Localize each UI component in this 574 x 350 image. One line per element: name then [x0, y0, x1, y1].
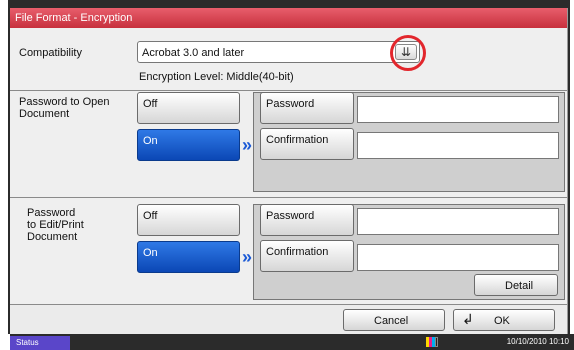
title-bar: File Format - Encryption: [10, 8, 567, 28]
compatibility-label: Compatibility: [19, 47, 82, 59]
open-confirmation-button[interactable]: Confirmation: [260, 128, 354, 160]
edit-password-label-line2: to Edit/Print: [27, 219, 84, 231]
return-arrow-icon: ↲: [462, 311, 474, 327]
edit-password-on-button[interactable]: On: [137, 241, 240, 273]
edit-confirmation-button[interactable]: Confirmation: [260, 240, 354, 272]
edit-confirmation-button-label: Confirmation: [266, 246, 329, 258]
detail-button[interactable]: Detail: [474, 274, 558, 296]
page-title: File Format - Encryption: [15, 12, 133, 24]
open-password-label: Password to Open Document: [19, 96, 110, 120]
compatibility-select[interactable]: Acrobat 3.0 and later ⇊: [137, 41, 420, 63]
open-confirmation-button-label: Confirmation: [266, 134, 329, 146]
edit-password-label-line3: Document: [27, 231, 78, 243]
toner-icon: [426, 337, 440, 347]
open-off-label: Off: [143, 98, 158, 110]
open-password-field[interactable]: [357, 96, 559, 123]
edit-chevron-right-icon: »: [242, 247, 253, 267]
compatibility-value: Acrobat 3.0 and later: [142, 47, 245, 59]
highlight-ring: [390, 35, 426, 71]
cancel-button-label: Cancel: [374, 315, 409, 327]
edit-on-label: On: [143, 247, 158, 259]
detail-button-label: Detail: [505, 280, 534, 292]
edit-password-button[interactable]: Password: [260, 204, 354, 236]
ok-button[interactable]: ↲ OK: [453, 309, 555, 331]
open-password-label-line2: Document: [19, 108, 70, 120]
cancel-button[interactable]: Cancel: [343, 309, 445, 331]
open-chevron-right-icon: »: [242, 135, 253, 155]
edit-password-label: Password to Edit/Print Document: [27, 207, 84, 243]
encryption-level: Encryption Level: Middle(40-bit): [139, 71, 294, 83]
open-password-label-line1: Password to Open: [19, 96, 110, 108]
status-button[interactable]: Status: [10, 336, 70, 350]
edit-off-label: Off: [143, 210, 158, 222]
status-bar: Status 10/10/2010 10:10: [10, 334, 574, 350]
open-confirmation-field[interactable]: [357, 132, 559, 159]
open-password-button-label: Password: [266, 98, 315, 110]
edit-password-off-button[interactable]: Off: [137, 204, 240, 236]
edit-password-button-label: Password: [266, 210, 315, 222]
edit-confirmation-field[interactable]: [357, 244, 559, 271]
screen: File Format - Encryption Compatibility A…: [10, 8, 568, 334]
ok-button-label: OK: [494, 315, 510, 327]
open-password-off-button[interactable]: Off: [137, 92, 240, 124]
open-on-label: On: [143, 135, 158, 147]
open-password-button[interactable]: Password: [260, 92, 354, 124]
edit-password-label-line1: Password: [27, 207, 76, 219]
open-password-on-button[interactable]: On: [137, 129, 240, 161]
edit-password-field[interactable]: [357, 208, 559, 235]
datetime: 10/10/2010 10:10: [506, 337, 569, 346]
